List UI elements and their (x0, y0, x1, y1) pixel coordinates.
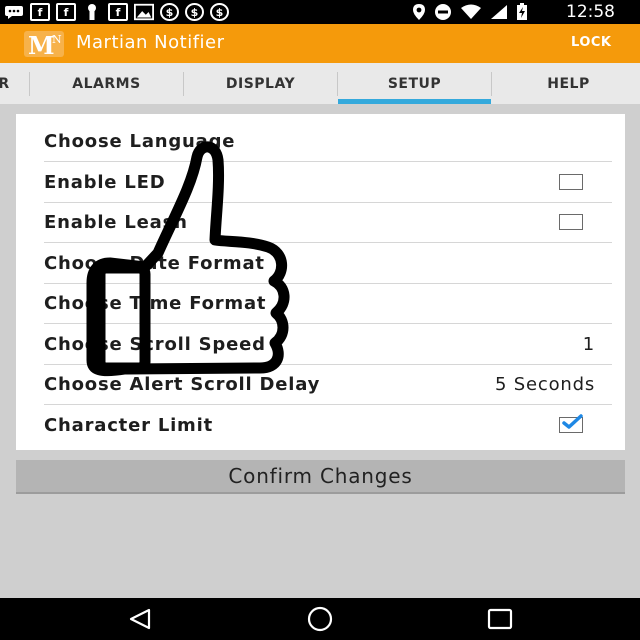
facebook-icon: f (56, 3, 76, 21)
tab-bar: R ALARMS DISPLAY SETUP HELP (0, 63, 640, 105)
character-limit-checkbox[interactable] (559, 414, 583, 433)
recents-icon[interactable] (487, 608, 513, 634)
setting-date-format[interactable]: Choose Date Format (16, 243, 625, 283)
app-bar: M N Martian Notifier LOCK (0, 24, 640, 63)
clock: 12:58 (566, 2, 615, 22)
setting-time-format[interactable]: Choose Time Format (16, 283, 625, 323)
setting-label: Enable LED (44, 172, 166, 193)
setting-alert-scroll-delay[interactable]: Choose Alert Scroll Delay 5 Seconds (16, 364, 625, 404)
keyhole-icon (82, 3, 102, 21)
setting-label: Enable Leash (44, 212, 188, 233)
facebook-icon: f (108, 3, 128, 21)
messenger-icon (4, 3, 24, 21)
cell-signal-icon (490, 4, 508, 24)
tab-help[interactable]: HELP (492, 63, 640, 105)
setting-choose-language[interactable]: Choose Language (16, 121, 625, 161)
setting-enable-led[interactable]: Enable LED (16, 162, 625, 202)
tab-display[interactable]: DISPLAY (184, 63, 337, 105)
location-icon (412, 3, 426, 25)
enable-led-checkbox[interactable] (559, 174, 583, 190)
setting-label: Choose Language (44, 131, 236, 152)
setting-label: Choose Date Format (44, 253, 265, 274)
scroll-speed-value: 1 (582, 334, 595, 355)
do-not-disturb-icon (434, 3, 452, 25)
tab-partial[interactable]: R (0, 63, 28, 105)
checkmark-icon (562, 414, 583, 429)
notification-icons: f f f $ $ $ (4, 3, 229, 21)
setting-label: Choose Alert Scroll Delay (44, 374, 321, 395)
settings-list: Choose Language Enable LED Enable Leash … (16, 114, 625, 450)
confirm-changes-button[interactable]: Confirm Changes (16, 460, 625, 494)
setting-label: Choose Time Format (44, 293, 267, 314)
svg-text:M: M (28, 31, 55, 58)
setting-character-limit[interactable]: Character Limit (16, 405, 625, 445)
tab-alarms[interactable]: ALARMS (30, 63, 183, 105)
martian-logo-icon: M N (22, 30, 66, 60)
setting-label: Character Limit (44, 415, 213, 436)
dollar-icon: $ (185, 3, 204, 21)
dollar-icon: $ (210, 3, 229, 21)
home-icon[interactable] (306, 606, 334, 636)
svg-text:N: N (52, 33, 62, 46)
app-title: Martian Notifier (76, 32, 225, 53)
wifi-icon (460, 4, 482, 24)
navigation-bar (0, 598, 640, 640)
enable-leash-checkbox[interactable] (559, 214, 583, 230)
back-icon[interactable] (128, 608, 152, 634)
system-icons (412, 3, 528, 25)
active-tab-indicator (338, 99, 491, 104)
battery-icon (516, 3, 528, 25)
facebook-icon: f (30, 3, 50, 21)
status-bar: f f f $ $ $ 12:58 (0, 0, 640, 24)
dollar-icon: $ (160, 3, 179, 21)
alert-scroll-delay-value: 5 Seconds (495, 374, 595, 395)
setting-label: Choose Scroll Speed (44, 334, 266, 355)
setting-enable-leash[interactable]: Enable Leash (16, 202, 625, 242)
lock-button[interactable]: LOCK (571, 35, 612, 50)
image-icon (134, 3, 154, 21)
setting-scroll-speed[interactable]: Choose Scroll Speed 1 (16, 324, 625, 364)
